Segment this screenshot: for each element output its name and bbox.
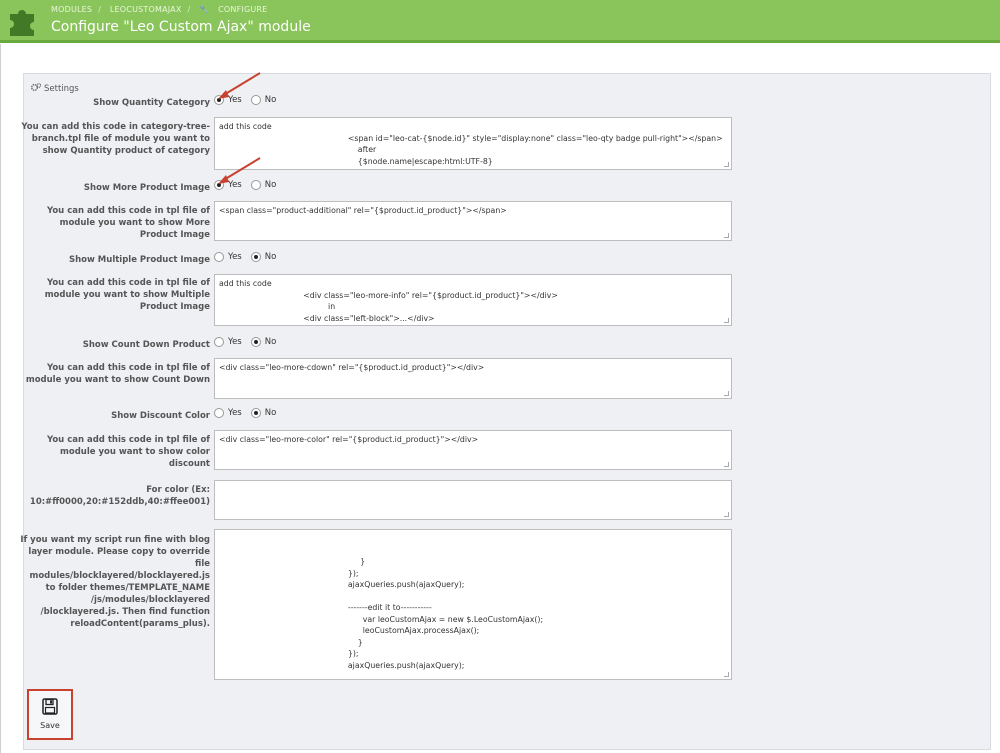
label-show-more-product-image: Show More Product Image [83, 183, 210, 193]
wrench-icon: 🔧 [199, 5, 210, 14]
annotation-arrow-icon [218, 157, 261, 184]
label-show-multiple-product-image: Show Multiple Product Image [68, 255, 210, 265]
annotation-arrow-icon [218, 72, 261, 99]
radio-group-show-multiple-product-image: Yes No [214, 252, 285, 262]
label-quantity-code: You can add this code in category-tree-b… [21, 122, 210, 156]
quantity-code-textarea[interactable]: add this code <span id="leo-cat-{$node.i… [214, 117, 732, 170]
save-button[interactable]: Save [32, 694, 68, 735]
blocklayered-code-textarea[interactable]: } }); ajaxQueries.push(ajaxQuery); -----… [214, 529, 732, 680]
radio-show-discount-color-yes[interactable]: Yes [214, 408, 242, 418]
label-show-quantity-category: Show Quantity Category [93, 98, 210, 108]
label-show-count-down: Show Count Down Product [82, 340, 210, 350]
breadcrumb-configure: CONFIGURE [218, 5, 268, 14]
label-discount-color-code: You can add this code in tpl file of mod… [46, 435, 210, 469]
floppy-disk-icon [42, 698, 58, 715]
breadcrumb-leocustomajax[interactable]: LEOCUSTOMAJAX [110, 5, 182, 14]
label-blocklayered: If you want my script run fine with blog… [20, 535, 210, 629]
radio-show-multiple-product-image-no[interactable]: No [250, 252, 276, 262]
radio-group-show-discount-color: Yes No [214, 408, 285, 418]
gears-icon [31, 83, 42, 91]
more-image-code-textarea[interactable]: <span class="product-additional" rel="{$… [214, 201, 732, 241]
for-color-textarea[interactable] [214, 480, 732, 520]
label-count-down-code: You can add this code in tpl file of mod… [25, 363, 210, 385]
puzzle-icon [10, 10, 34, 36]
radio-show-count-down-no[interactable]: No [250, 337, 276, 347]
label-show-discount-color: Show Discount Color [111, 411, 210, 421]
page-title: Configure "Leo Custom Ajax" module [51, 19, 311, 35]
multiple-image-code-textarea[interactable]: add this code <div class="leo-more-info"… [214, 274, 732, 326]
radio-show-count-down-yes[interactable]: Yes [214, 337, 242, 347]
panel-heading: Settings [31, 83, 79, 94]
label-multiple-image-code: You can add this code in tpl file of mod… [44, 278, 210, 312]
radio-group-show-count-down: Yes No [214, 337, 285, 347]
save-highlight: Save [27, 689, 73, 740]
radio-show-discount-color-no[interactable]: No [250, 408, 276, 418]
divider [0, 44, 1, 753]
module-header: MODULES / LEOCUSTOMAJAX / 🔧 CONFIGURE Conf… [0, 0, 1000, 43]
label-more-image-code: You can add this code in tpl file of mod… [46, 206, 210, 240]
label-for-color: For color (Ex: 10:#ff0000,20:#152ddb,40:… [29, 485, 210, 507]
breadcrumb-modules[interactable]: MODULES [51, 5, 92, 14]
breadcrumb: MODULES / LEOCUSTOMAJAX / 🔧 CONFIGURE [51, 5, 268, 14]
discount-color-code-textarea[interactable]: <div class="leo-more-color" rel="{$produ… [214, 430, 732, 470]
radio-show-multiple-product-image-yes[interactable]: Yes [214, 252, 242, 262]
count-down-code-textarea[interactable]: <div class="leo-more-cdown" rel="{$produ… [214, 358, 732, 399]
